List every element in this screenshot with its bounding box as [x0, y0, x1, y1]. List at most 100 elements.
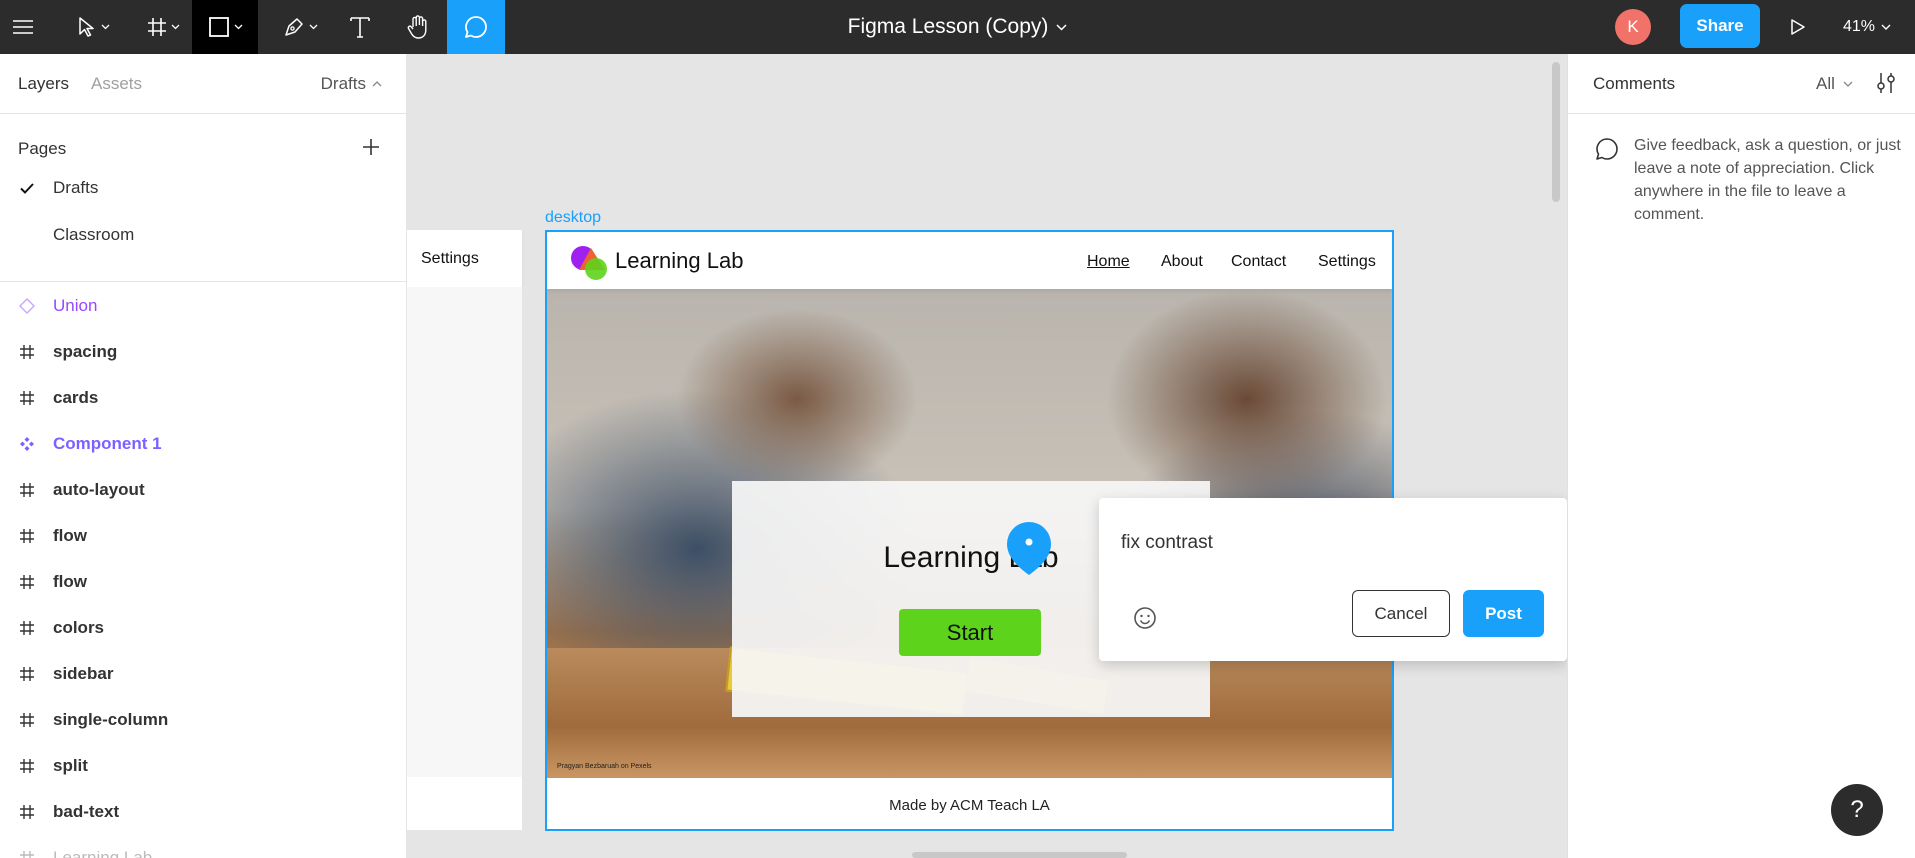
comment-pin-icon[interactable] [1004, 519, 1054, 577]
play-icon [1791, 19, 1805, 35]
frame-icon [19, 529, 34, 543]
panel-tabs: Layers Assets Drafts [0, 54, 406, 114]
text-tool-button[interactable] [340, 0, 380, 54]
add-page-button[interactable] [362, 138, 380, 159]
frame-tool-button[interactable] [138, 0, 188, 54]
site-brand: Learning Lab [615, 248, 744, 273]
layer-component-1[interactable]: Component 1 [0, 424, 406, 464]
offscreen-nav-link: Settings [421, 249, 479, 267]
layer-label: Learning Lab [53, 848, 153, 858]
cancel-button[interactable]: Cancel [1352, 590, 1450, 637]
chevron-down-icon [1843, 81, 1853, 87]
photo-credit: Pragyan Bezbaruah on Pexels [557, 763, 652, 770]
learning-lab-logo [571, 246, 607, 280]
help-button[interactable]: ? [1831, 784, 1883, 836]
layer-flow-2[interactable]: flow [0, 562, 406, 602]
chevron-down-icon [234, 24, 242, 30]
layer-auto-layout[interactable]: auto-layout [0, 470, 406, 510]
frame-icon [19, 759, 34, 773]
pen-tool-button[interactable] [275, 0, 325, 54]
zoom-menu[interactable]: 41% [1843, 0, 1891, 54]
plus-icon [363, 139, 379, 155]
hero-start-button: Start [899, 609, 1041, 656]
site-nav-about: About [1161, 253, 1203, 270]
frame-name-label[interactable]: desktop [545, 209, 601, 227]
text-icon [350, 17, 370, 38]
page-item-classroom[interactable]: Classroom [0, 215, 406, 255]
layer-label: Union [53, 296, 98, 315]
chevron-down-icon [309, 24, 317, 30]
chevron-down-icon [171, 24, 179, 30]
checkmark-icon [19, 182, 34, 194]
frame-hash-icon [147, 18, 166, 36]
tab-assets[interactable]: Assets [91, 74, 142, 94]
chevron-up-icon [372, 81, 382, 87]
comment-bubble-icon [465, 16, 487, 38]
present-button[interactable] [1776, 0, 1820, 54]
move-cursor-icon [78, 17, 94, 37]
comment-settings-button[interactable] [1876, 71, 1896, 98]
layer-flow[interactable]: flow [0, 516, 406, 556]
frame-icon [19, 667, 34, 681]
component-icon [19, 437, 34, 451]
layer-learning-lab[interactable]: Learning Lab [0, 838, 406, 858]
site-nav-contact: Contact [1231, 253, 1287, 270]
layer-colors[interactable]: colors [0, 608, 406, 648]
layer-label: flow [53, 572, 87, 591]
sliders-icon [1877, 73, 1895, 93]
layer-label: split [53, 756, 88, 775]
frame-icon [19, 483, 34, 497]
canvas[interactable]: Settings desktop Learning Lab Home About… [407, 54, 1567, 858]
frame-icon [19, 713, 34, 727]
offscreen-frame-nav: Settings [407, 230, 522, 287]
zoom-level: 41% [1843, 18, 1876, 35]
main-menu-button[interactable] [0, 0, 46, 54]
top-toolbar: Figma Lesson (Copy) K Share 41% [0, 0, 1915, 54]
layer-label: cards [53, 388, 99, 407]
drafts-label: Drafts [320, 74, 366, 93]
horizontal-scrollbar[interactable] [912, 852, 1127, 858]
page-item-drafts[interactable]: Drafts [0, 168, 406, 208]
site-footer: Made by ACM Teach LA [547, 778, 1392, 829]
emoji-picker-button[interactable] [1133, 606, 1157, 633]
shape-tool-button[interactable] [192, 0, 258, 54]
layer-label: flow [53, 526, 87, 545]
hand-tool-button[interactable] [395, 0, 440, 54]
frame-icon [19, 621, 34, 635]
site-nav-settings: Settings [1318, 253, 1376, 270]
move-tool-button[interactable] [68, 0, 118, 54]
layer-union[interactable]: Union [0, 286, 406, 326]
layer-label: bad-text [53, 802, 120, 821]
share-button[interactable]: Share [1680, 4, 1760, 48]
comment-tool-button[interactable] [447, 0, 505, 54]
page-item-label: Drafts [53, 178, 99, 197]
smiley-icon [1134, 607, 1156, 629]
chevron-down-icon [101, 24, 109, 30]
layer-label: auto-layout [53, 480, 145, 499]
user-avatar[interactable]: K [1615, 9, 1651, 45]
chevron-down-icon [1881, 24, 1891, 30]
pen-icon [284, 18, 303, 36]
frame-icon [19, 575, 34, 589]
document-title-menu[interactable]: Figma Lesson (Copy) [848, 15, 1068, 39]
layer-split[interactable]: split [0, 746, 406, 786]
post-button[interactable]: Post [1463, 590, 1544, 637]
layer-cards[interactable]: cards [0, 378, 406, 418]
frame-icon [19, 851, 34, 858]
frame-icon [19, 345, 34, 359]
comments-filter-dropdown[interactable]: All [1816, 74, 1853, 94]
pages-heading: Pages [18, 139, 67, 158]
comment-input[interactable]: fix contrast [1121, 532, 1213, 554]
vertical-scrollbar[interactable] [1552, 62, 1560, 202]
layer-single-column[interactable]: single-column [0, 700, 406, 740]
union-icon [18, 298, 35, 314]
drafts-toggle[interactable]: Drafts [321, 74, 382, 94]
rectangle-icon [208, 17, 229, 37]
hamburger-icon [13, 20, 33, 34]
layer-spacing[interactable]: spacing [0, 332, 406, 372]
layer-bad-text[interactable]: bad-text [0, 792, 406, 832]
comments-header: Comments All [1568, 54, 1915, 114]
tab-layers[interactable]: Layers [18, 74, 69, 94]
layer-sidebar[interactable]: sidebar [0, 654, 406, 694]
layer-label: Component 1 [53, 434, 162, 453]
